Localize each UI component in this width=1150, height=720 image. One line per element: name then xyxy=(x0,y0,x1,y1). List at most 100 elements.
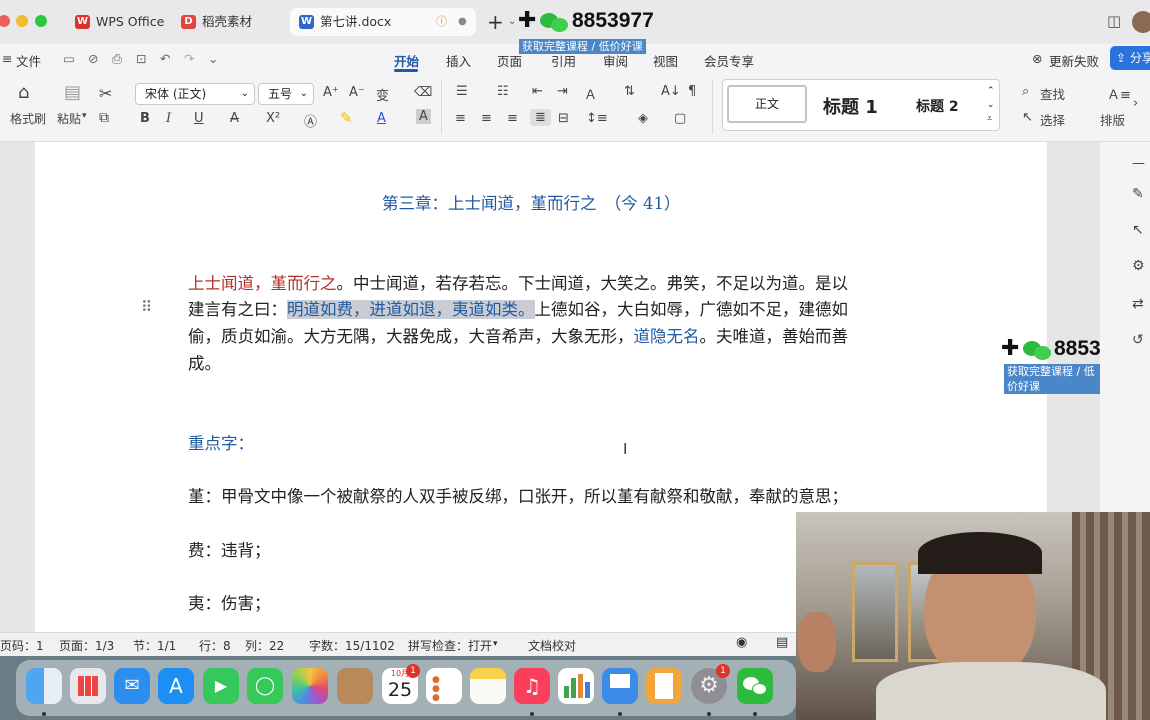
align-center-icon[interactable]: ≡ xyxy=(481,111,492,126)
collapse-icon[interactable]: — xyxy=(1132,156,1145,171)
style-scroll-up-icon[interactable]: ⌃ xyxy=(987,86,995,96)
status-word-count[interactable]: 字数：15/1102 xyxy=(309,637,395,654)
page-view-icon[interactable]: ▤ xyxy=(776,635,788,650)
hamburger-icon[interactable]: ≡ xyxy=(2,51,12,66)
numbered-list-icon[interactable]: ☷ xyxy=(497,84,509,99)
update-failed-label[interactable]: 更新失败 xyxy=(1049,51,1099,70)
history-icon[interactable]: ↺ xyxy=(1132,332,1144,348)
eye-icon[interactable]: ◉ xyxy=(736,635,747,650)
zoom-window-button[interactable] xyxy=(35,15,47,27)
wechat-dock-icon[interactable] xyxy=(737,668,773,704)
tab-wps-office[interactable]: W WPS Office xyxy=(66,8,170,36)
style-more-icon[interactable]: ⩡ xyxy=(987,114,992,124)
share-doc-icon[interactable]: ⇄ xyxy=(1132,296,1144,312)
undo-icon[interactable]: ↶ xyxy=(160,51,170,66)
style-heading-1[interactable]: 标题 1 xyxy=(823,93,878,119)
adjust-icon[interactable]: ⚙ xyxy=(1132,258,1145,274)
increase-indent-icon[interactable]: ⇥ xyxy=(557,84,568,99)
show-marks-icon[interactable]: ¶ xyxy=(688,84,696,99)
bold-icon[interactable]: B xyxy=(140,111,150,126)
char-shading-icon[interactable]: A xyxy=(416,109,431,124)
line-spacing-icon[interactable]: ↕≡ xyxy=(586,111,608,126)
tab-document[interactable]: W 第七讲.docx ⓘ ● xyxy=(290,8,476,36)
status-proofread[interactable]: 文档校对 xyxy=(528,637,576,654)
sort-icon[interactable]: ⇅ xyxy=(624,84,635,99)
keynote-icon[interactable] xyxy=(602,668,638,704)
minimize-window-button[interactable] xyxy=(16,15,28,27)
shading-icon[interactable]: ◈ xyxy=(638,111,648,126)
close-window-button[interactable] xyxy=(0,15,10,27)
file-menu[interactable]: 文件 xyxy=(16,51,41,70)
paste-icon[interactable]: ▤ xyxy=(64,82,81,103)
finder-icon[interactable] xyxy=(26,668,62,704)
underline-icon[interactable]: U xyxy=(194,111,204,126)
clear-format-icon[interactable]: ⌫ xyxy=(414,85,432,100)
paste-button[interactable]: 粘贴 xyxy=(57,110,81,127)
copy-icon[interactable]: ⧉ xyxy=(99,110,109,126)
italic-icon[interactable]: I xyxy=(166,111,171,126)
distributed-icon[interactable]: ⊟ xyxy=(558,111,569,126)
status-spell-check[interactable]: 拼写检查：打开 xyxy=(408,637,492,654)
chevron-down-icon[interactable]: ⌄ xyxy=(508,16,516,27)
app-store-icon[interactable]: A xyxy=(158,668,194,704)
cut-icon[interactable]: ✂ xyxy=(99,84,112,103)
style-scroll-down-icon[interactable]: ⌄ xyxy=(987,100,995,110)
borders-icon[interactable]: ▢ xyxy=(674,111,686,126)
close-tab-icon[interactable]: ● xyxy=(458,8,467,36)
status-page-code[interactable]: 页码：1 xyxy=(0,637,44,654)
layout-button[interactable]: 排版 xyxy=(1100,110,1125,129)
share-button[interactable]: ⇪ 分享 xyxy=(1110,46,1150,70)
superscript-icon[interactable]: X² xyxy=(266,111,280,126)
style-normal[interactable]: 正文 xyxy=(727,85,807,123)
print-preview-icon[interactable]: ⊡ xyxy=(136,51,146,66)
facetime-icon[interactable]: ▶ xyxy=(203,668,239,704)
redo-icon[interactable]: ↷ xyxy=(184,51,194,66)
drag-handle-icon[interactable]: ⠿ xyxy=(141,298,152,316)
tab-insert[interactable]: 插入 xyxy=(446,51,471,70)
music-icon[interactable]: ♫ xyxy=(514,668,550,704)
select-button[interactable]: 选择 xyxy=(1040,110,1065,129)
messages-icon[interactable]: ◯ xyxy=(247,668,283,704)
phonetic-guide-icon[interactable]: 变 xyxy=(376,85,389,104)
mail-icon[interactable]: ✉ xyxy=(114,668,150,704)
chevron-down-icon[interactable]: ▾ xyxy=(82,111,87,121)
bullet-list-icon[interactable]: ☰ xyxy=(456,84,468,99)
link-icon[interactable]: ⊘ xyxy=(88,51,98,66)
pointer-icon[interactable]: ↖ xyxy=(1132,222,1144,238)
save-icon[interactable]: ▭ xyxy=(63,51,75,66)
font-name-select[interactable]: 宋体 (正文) ⌄ xyxy=(135,83,255,105)
shrink-font-icon[interactable]: A⁻ xyxy=(349,85,365,100)
pages-icon[interactable] xyxy=(646,668,682,704)
sort-az-icon[interactable]: A↓ xyxy=(661,84,681,99)
grow-font-icon[interactable]: A⁺ xyxy=(323,85,339,100)
launchpad-icon[interactable] xyxy=(70,668,106,704)
edit-icon[interactable]: ✎ xyxy=(1132,186,1144,202)
notes-icon[interactable] xyxy=(470,668,506,704)
sidebar-toggle-icon[interactable]: ◫ xyxy=(1107,12,1121,30)
new-tab-icon[interactable]: + xyxy=(487,10,504,34)
ribbon-more-icon[interactable]: › xyxy=(1133,96,1138,111)
text-direction-icon[interactable]: Ａ xyxy=(584,84,597,103)
find-button[interactable]: 查找 xyxy=(1040,84,1065,103)
photos-icon[interactable] xyxy=(292,668,328,704)
font-size-select[interactable]: 五号 ⌄ xyxy=(258,83,314,105)
align-left-icon[interactable]: ≡ xyxy=(455,111,466,126)
align-right-icon[interactable]: ≡ xyxy=(507,111,518,126)
numbers-icon[interactable] xyxy=(558,668,594,704)
print-icon[interactable]: ⎙ xyxy=(112,51,122,67)
format-painter-icon[interactable]: ⌂ xyxy=(18,82,29,103)
tab-member[interactable]: 会员专享 xyxy=(704,51,754,70)
strikethrough-icon[interactable]: A xyxy=(230,111,239,126)
text-effect-icon[interactable]: Ⓐ xyxy=(304,111,317,130)
chevron-down-icon[interactable]: ⌄ xyxy=(208,51,218,66)
justify-icon[interactable]: ≣ xyxy=(530,109,551,126)
reminders-icon[interactable]: ● ● ● xyxy=(426,668,462,704)
highlight-icon[interactable]: ✎ xyxy=(340,109,353,127)
tab-docer[interactable]: D 稻壳素材 xyxy=(172,8,286,36)
format-painter-button[interactable]: 格式刷 xyxy=(10,110,46,127)
tab-view[interactable]: 视图 xyxy=(653,51,678,70)
avatar[interactable] xyxy=(1132,11,1150,33)
contacts-icon[interactable] xyxy=(337,668,373,704)
tab-home[interactable]: 开始 xyxy=(394,51,419,70)
font-color-icon[interactable]: A xyxy=(377,111,386,126)
